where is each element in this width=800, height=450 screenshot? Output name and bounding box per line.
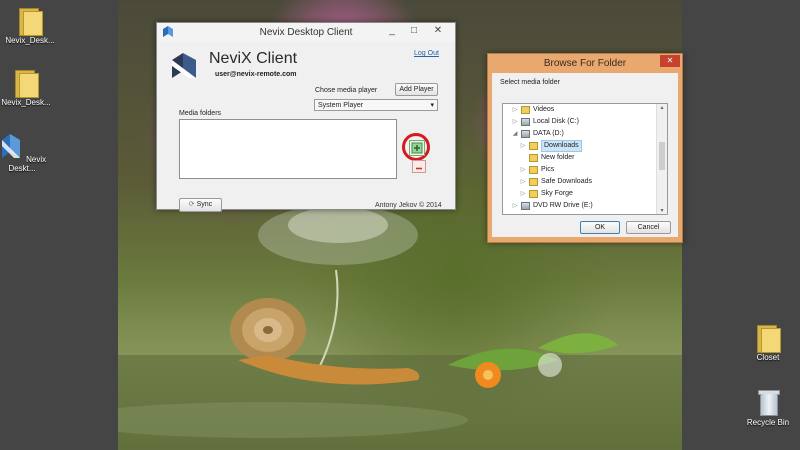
tree-item-label: Pics <box>541 166 555 173</box>
folder-icon <box>529 166 538 174</box>
desktop-icon-label: Nevix_Desk... <box>1 98 51 107</box>
scroll-up-icon[interactable]: ▴ <box>657 104 667 111</box>
desktop-icon-folder[interactable]: Nevix_Desk... <box>0 6 60 45</box>
dialog-prompt: Select media folder <box>500 79 560 86</box>
expand-arrow-icon[interactable]: ▷ <box>519 176 527 188</box>
add-player-button[interactable]: Add Player <box>395 83 438 96</box>
folder-icon <box>529 178 538 186</box>
folder-icon <box>19 6 43 36</box>
media-folders-label: Media folders <box>179 110 222 117</box>
desktop-icon-label: Closet <box>756 353 780 362</box>
sync-icon: ⟳ <box>188 201 195 208</box>
folder-icon <box>529 154 538 162</box>
copyright-text: Antony Jekov © 2014 <box>375 202 442 209</box>
expand-arrow-icon[interactable]: ▷ <box>519 188 527 200</box>
chevron-down-icon: ▾ <box>430 102 434 109</box>
selected-player: System Player <box>318 102 364 109</box>
brand-title: NeviX Client <box>209 50 298 67</box>
recycle-bin-icon <box>758 390 780 416</box>
tree-item[interactable]: ▷ Pics <box>503 164 667 176</box>
folder-icon <box>15 68 39 98</box>
desktop-icon-folder[interactable]: Nevix_Desk... <box>0 68 56 107</box>
media-player-label: Chose media player <box>315 87 378 94</box>
scrollbar-thumb[interactable] <box>659 142 665 170</box>
browse-for-folder-dialog: Browse For Folder ✕ Select media folder … <box>487 53 683 243</box>
tree-item-label: Sky Forge <box>541 190 573 197</box>
tree-item[interactable]: ▷ Safe Downloads <box>503 176 667 188</box>
nevix-app-icon <box>1 134 20 158</box>
plus-icon <box>411 142 423 154</box>
sync-button[interactable]: ⟳ Sync <box>179 198 222 212</box>
desktop-icon-label: Nevix_Desk... <box>5 36 55 45</box>
ok-button[interactable]: OK <box>580 221 620 234</box>
tree-item-label: Safe Downloads <box>541 178 592 185</box>
disk-icon <box>521 118 530 126</box>
window-body: NeviX Client user@nevix-remote.com Log O… <box>157 42 455 212</box>
folder-icon <box>757 323 781 353</box>
folder-tree[interactable]: ▷ Videos ▷ Local Disk (C:) ◢ DATA (D:) ▷ Downlo… <box>502 103 668 215</box>
dialog-titlebar[interactable]: Browse For Folder ✕ <box>488 54 682 73</box>
sync-label: Sync <box>196 201 213 208</box>
minimize-button[interactable]: _ <box>381 23 403 39</box>
maximize-button[interactable]: □ <box>403 23 425 39</box>
tree-item-label: New folder <box>541 154 575 161</box>
minus-icon <box>416 167 422 170</box>
nevix-logo-icon <box>172 53 196 78</box>
tree-item[interactable]: ▷ DVD RW Drive (E:) <box>503 200 667 212</box>
close-button[interactable]: ✕ <box>427 23 449 39</box>
media-player-select[interactable]: System Player ▾ <box>314 99 438 111</box>
tree-item-label: DVD RW Drive (E:) <box>533 202 593 209</box>
collapse-arrow-icon[interactable]: ◢ <box>511 128 519 140</box>
desktop-right-strip <box>682 0 800 450</box>
expand-arrow-icon[interactable]: ▷ <box>511 104 519 116</box>
logout-link[interactable]: Log Out <box>414 50 439 57</box>
expand-arrow-icon[interactable]: ▷ <box>511 116 519 128</box>
tree-item[interactable]: ▷ Local Disk (C:) <box>503 116 667 128</box>
tree-item-label: Local Disk (C:) <box>533 118 579 125</box>
add-folder-button[interactable] <box>409 140 425 156</box>
folder-icon <box>529 142 538 150</box>
user-email: user@nevix-remote.com <box>215 71 297 78</box>
tree-item-label: DATA (D:) <box>533 130 564 137</box>
media-folders-list[interactable] <box>179 119 397 179</box>
window-titlebar[interactable]: Nevix Desktop Client _ □ ✕ <box>157 23 455 42</box>
expand-arrow-icon[interactable]: ▷ <box>511 200 519 212</box>
desktop-icon-recycle-bin[interactable]: Recycle Bin <box>738 390 798 427</box>
dialog-title: Browse For Folder <box>543 58 627 69</box>
disk-icon <box>521 130 530 138</box>
scroll-down-icon[interactable]: ▾ <box>657 207 667 214</box>
tree-item[interactable]: ◢ DATA (D:) <box>503 128 667 140</box>
desktop-icon-closet[interactable]: Closet <box>738 323 798 362</box>
remove-folder-button[interactable] <box>412 160 426 173</box>
tree-item[interactable]: ▷ Downloads <box>503 140 667 152</box>
nevix-desktop-client-window: Nevix Desktop Client _ □ ✕ NeviX Client … <box>156 22 456 212</box>
desktop-icon-nevix[interactable]: Nevix Deskt... <box>0 132 52 173</box>
tree-item[interactable]: New folder <box>503 152 667 164</box>
tree-item-label: Videos <box>533 106 555 113</box>
dialog-close-button[interactable]: ✕ <box>660 55 680 67</box>
folder-icon <box>521 106 530 114</box>
dialog-body: Select media folder ▷ Videos ▷ Local Disk (… <box>492 73 678 237</box>
desktop-icon-label: Recycle Bin <box>746 418 790 427</box>
cancel-button[interactable]: Cancel <box>626 221 671 234</box>
tree-item[interactable]: ▷ Videos <box>503 104 667 116</box>
tree-item[interactable]: ▷ Sky Forge <box>503 188 667 200</box>
expand-arrow-icon[interactable]: ▷ <box>519 140 527 152</box>
folder-icon <box>529 190 538 198</box>
disk-icon <box>521 202 530 210</box>
tree-item-label: Downloads <box>541 140 582 152</box>
expand-arrow-icon[interactable]: ▷ <box>519 164 527 176</box>
tree-scrollbar[interactable]: ▴ ▾ <box>656 104 667 214</box>
